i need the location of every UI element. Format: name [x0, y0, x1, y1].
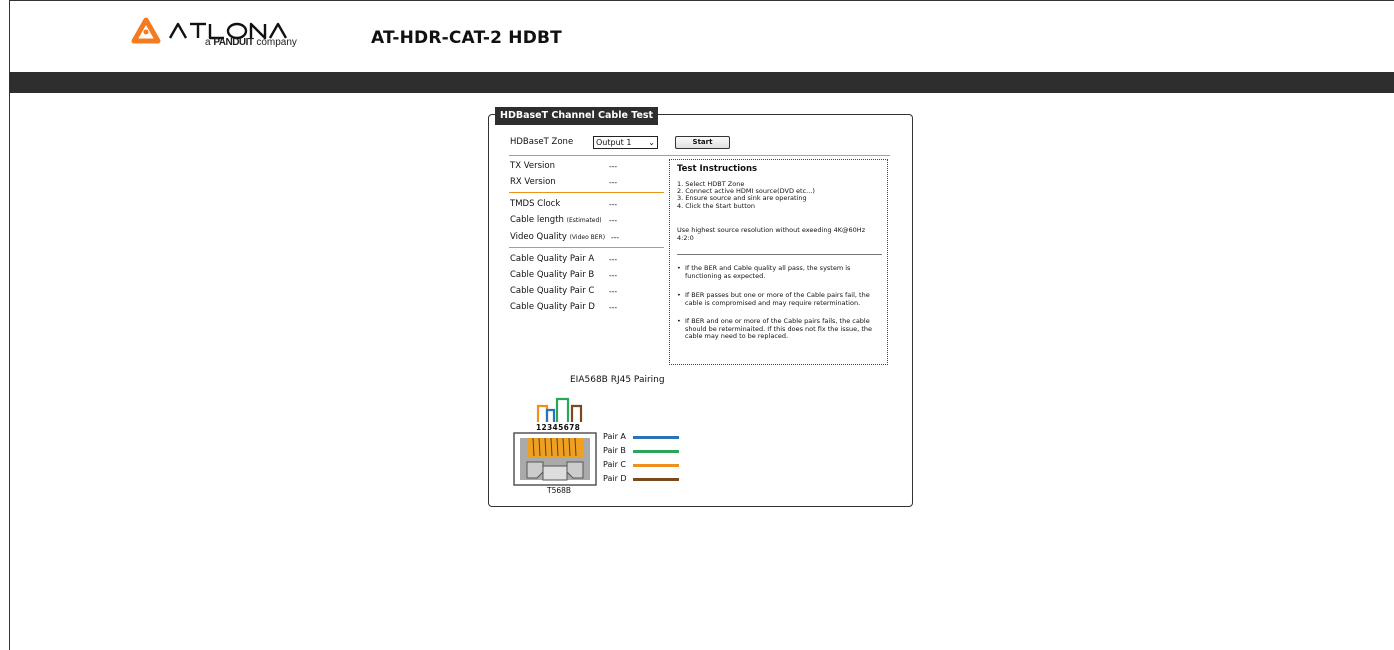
pair-d-label: Cable Quality Pair D: [510, 302, 595, 312]
divider: [677, 254, 882, 255]
nav-edid[interactable]: EDID: [335, 0, 354, 21]
instruction-bullet: • If BER passes but one or more of the Ca…: [677, 291, 870, 307]
pair-a-legend: Pair A: [603, 432, 626, 441]
cable-length-label: Cable length (Estimated): [510, 215, 602, 225]
instruction-step: 4. Click the Start button: [677, 201, 755, 210]
tmds-clock-value: ---: [609, 200, 618, 209]
instruction-bullet: • If BER and one or more of the Cable pai…: [677, 317, 872, 340]
zone-select[interactable]: Output 1 ⌄: [593, 136, 658, 149]
nav-system[interactable]: System: [515, 0, 542, 21]
nav-info[interactable]: Info: [155, 0, 168, 21]
wire-pair-icon: [536, 397, 583, 422]
nav-rs232[interactable]: RS-232: [271, 0, 298, 21]
cable-length-value: ---: [609, 216, 618, 225]
pair-a-label: Cable Quality Pair A: [510, 254, 595, 264]
pair-c-legend: Pair C: [603, 460, 627, 469]
instructions-title: Test Instructions: [677, 164, 758, 174]
instruction-bullet: • If the BER and Cable quality all pass, …: [677, 264, 851, 280]
divider: [509, 155, 890, 156]
tx-version-label: TX Version: [510, 161, 555, 171]
main-nav: [9, 72, 1394, 93]
tx-version-value: ---: [609, 162, 618, 171]
pair-a-swatch: [633, 436, 679, 439]
zone-label: HDBaseT Zone: [510, 137, 574, 147]
tmds-clock-label: TMDS Clock: [510, 199, 561, 209]
pair-d-legend: Pair D: [603, 474, 627, 483]
chevron-down-icon: ⌄: [648, 138, 655, 147]
pair-d-value: ---: [609, 303, 618, 312]
zone-select-value: Output 1: [596, 138, 632, 147]
standard-label: T568B: [547, 486, 572, 495]
atlona-logo-mark: [131, 17, 161, 44]
logo-tagline: a PANDUIT company: [205, 37, 297, 48]
diagram-title: EIA568B RJ45 Pairing: [570, 375, 665, 385]
rj45-jack-icon: [513, 432, 597, 486]
video-quality-value: ---: [611, 233, 620, 242]
rx-version-label: RX Version: [510, 177, 556, 187]
pair-b-value: ---: [609, 271, 618, 280]
logout-link[interactable]: Logout: [1362, 0, 1386, 21]
pair-b-swatch: [633, 450, 679, 453]
pair-c-swatch: [633, 464, 679, 467]
video-quality-label: Video Quality (Video BER): [510, 232, 606, 242]
pair-b-label: Cable Quality Pair B: [510, 270, 595, 280]
rx-version-value: ---: [609, 178, 618, 187]
device-title: AT-HDR-CAT-2 HDBT: [371, 28, 562, 48]
pair-b-legend: Pair B: [603, 446, 626, 455]
nav-config[interactable]: Config: [383, 0, 406, 21]
pin-numbers: 12345678: [536, 423, 581, 432]
pair-c-value: ---: [609, 287, 618, 296]
divider: [509, 192, 664, 193]
pair-d-swatch: [633, 478, 679, 481]
panel-title: HDBaseT Channel Cable Test: [495, 107, 659, 125]
pair-a-value: ---: [609, 255, 618, 264]
nav-av-settings[interactable]: A/V Settings: [202, 0, 246, 21]
nav-hdbt[interactable]: HDBT: [456, 0, 478, 21]
pair-c-label: Cable Quality Pair C: [510, 286, 595, 296]
instructions-steps: 1. Select HDBT Zone 2. Connect active HD…: [677, 180, 815, 210]
start-button[interactable]: Start: [675, 136, 730, 149]
divider: [509, 247, 664, 248]
instructions-note: Use highest source resolution without ex…: [677, 226, 866, 242]
